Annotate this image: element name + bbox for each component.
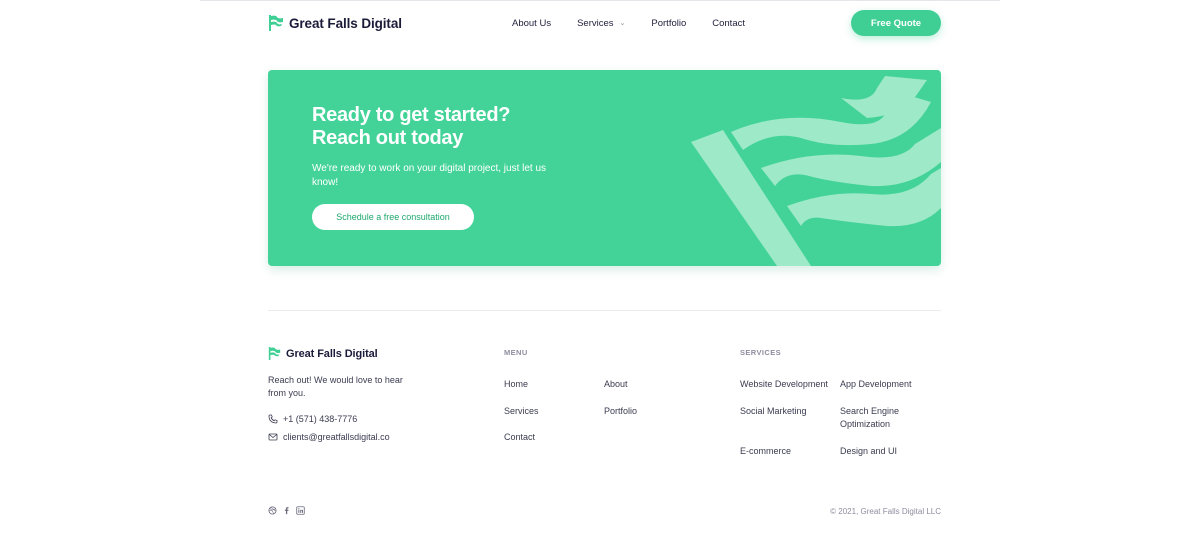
nav-services[interactable]: Services ⌄: [577, 18, 625, 29]
brand-name: Great Falls Digital: [289, 15, 402, 31]
footer-brand[interactable]: Great Falls Digital: [268, 346, 941, 361]
nav-about-us[interactable]: About Us: [512, 18, 551, 29]
nav-contact[interactable]: Contact: [712, 18, 745, 29]
email-address: clients@greatfallsdigital.co: [283, 432, 390, 442]
footer-service-seo[interactable]: Search Engine Optimization: [840, 405, 920, 431]
footer-service-app-development[interactable]: App Development: [840, 378, 912, 391]
linkedin-icon[interactable]: [296, 506, 305, 515]
footer-link-services[interactable]: Services: [504, 405, 539, 418]
copyright-text: © 2021, Great Falls Digital LLC: [830, 507, 941, 516]
free-quote-button[interactable]: Free Quote: [851, 10, 941, 36]
nav-services-label: Services: [577, 17, 614, 29]
cta-title: Ready to get started? Reach out today: [312, 104, 510, 150]
chevron-down-icon: ⌄: [619, 20, 626, 27]
email-contact[interactable]: clients@greatfallsdigital.co: [268, 432, 390, 442]
main-nav: About Us Services ⌄ Portfolio Contact: [512, 0, 771, 46]
dribbble-icon[interactable]: [268, 506, 277, 515]
footer-link-home[interactable]: Home: [504, 378, 528, 391]
nav-portfolio[interactable]: Portfolio: [651, 18, 686, 29]
brand-logo-link[interactable]: Great Falls Digital: [268, 14, 402, 32]
services-heading: SERVICES: [740, 348, 781, 357]
flag-logo-icon: [268, 14, 284, 32]
site-header: Great Falls Digital About Us Services ⌄ …: [268, 0, 941, 46]
phone-number: +1 (571) 438-7776: [283, 414, 358, 424]
mail-icon: [268, 433, 278, 441]
flag-logo-icon: [268, 346, 281, 361]
footer-service-ecommerce[interactable]: E-commerce: [740, 445, 791, 458]
footer-brand-name: Great Falls Digital: [286, 347, 378, 360]
flag-watermark-graphic: [691, 76, 941, 266]
schedule-consultation-button[interactable]: Schedule a free consultation: [312, 204, 474, 230]
footer-divider: [268, 310, 941, 311]
facebook-icon[interactable]: [282, 506, 291, 515]
footer-service-website-development[interactable]: Website Development: [740, 378, 828, 391]
footer-service-social-marketing[interactable]: Social Marketing: [740, 405, 807, 418]
phone-contact[interactable]: +1 (571) 438-7776: [268, 414, 357, 424]
footer-link-portfolio[interactable]: Portfolio: [604, 405, 637, 418]
footer-tagline: Reach out! We would love to hear from yo…: [268, 375, 403, 398]
footer-link-about[interactable]: About: [604, 378, 628, 391]
cta-title-line2: Reach out today: [312, 127, 464, 149]
menu-heading: MENU: [504, 348, 528, 357]
cta-title-line1: Ready to get started?: [312, 104, 511, 126]
phone-icon: [268, 414, 278, 424]
footer-link-contact[interactable]: Contact: [504, 431, 535, 444]
footer-service-design-ui[interactable]: Design and UI: [840, 445, 897, 458]
cta-subtitle: We're ready to work on your digital proj…: [312, 163, 547, 188]
cta-banner: Ready to get started? Reach out today We…: [268, 70, 941, 266]
social-links: [268, 506, 305, 515]
